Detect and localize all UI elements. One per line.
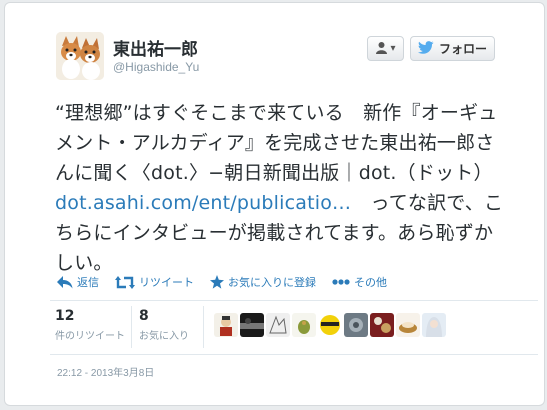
more-label: その他 <box>354 276 387 289</box>
favorite-count-stat[interactable]: 8 お気に入り <box>139 308 189 342</box>
user-icon <box>375 39 388 58</box>
retweet-count: 12 <box>55 308 75 324</box>
star-icon <box>210 275 224 289</box>
more-button[interactable]: その他 <box>332 274 387 290</box>
favorite-count: 8 <box>139 308 149 324</box>
retweet-label: リツイート <box>139 276 194 289</box>
bird-icon <box>417 40 434 57</box>
favoriter-avatar[interactable] <box>370 313 394 337</box>
retweet-count-stat[interactable]: 12 件のリツイート <box>55 308 125 342</box>
favoriter-avatar[interactable] <box>266 313 290 337</box>
user-menu-button[interactable]: ▾ <box>367 36 404 61</box>
retweet-icon <box>115 275 135 289</box>
screen-name[interactable]: @Higashide_Yu <box>113 60 199 74</box>
follow-button[interactable]: フォロー <box>410 36 495 61</box>
chevron-down-icon: ▾ <box>390 43 396 54</box>
retweet-count-label: 件のリツイート <box>55 331 125 342</box>
favoriters-list <box>214 313 446 337</box>
favorite-button[interactable]: お気に入りに登録 <box>210 274 316 290</box>
favoriter-avatar[interactable] <box>214 313 238 337</box>
tweet-text-part1: “理想郷”はすぐそこまで来ている 新作『オーギュメント・アルカディア』を完成させ… <box>55 102 498 184</box>
reply-icon <box>57 275 73 289</box>
tweet-card: 東出祐一郎 @Higashide_Yu ▾ フォロー “理想郷”はすぐそこまで来… <box>4 2 545 406</box>
reply-label: 返信 <box>77 276 99 289</box>
avatar[interactable] <box>56 32 104 80</box>
favoriter-avatar[interactable] <box>292 313 316 337</box>
favoriter-avatar[interactable] <box>240 313 264 337</box>
tweet-link[interactable]: dot.asahi.com/ent/publicatio… <box>55 192 351 214</box>
favorite-count-label: お気に入り <box>139 331 189 342</box>
tweet-actions: 返信 リツイート お気に入りに登録 その他 <box>57 273 403 291</box>
reply-button[interactable]: 返信 <box>57 274 99 290</box>
display-name[interactable]: 東出祐一郎 <box>113 35 198 60</box>
stat-separator <box>203 306 204 348</box>
divider <box>50 300 538 301</box>
tweet-timestamp[interactable]: 22:12 - 2013年3月8日 <box>57 364 154 379</box>
favoriter-avatar[interactable] <box>422 313 446 337</box>
more-icon <box>332 278 350 286</box>
tweet-text: “理想郷”はすぐそこまで来ている 新作『オーギュメント・アルカディア』を完成させ… <box>55 98 510 278</box>
retweet-button[interactable]: リツイート <box>115 274 194 290</box>
favorite-label: お気に入りに登録 <box>228 276 316 289</box>
favoriter-avatar[interactable] <box>344 313 368 337</box>
favoriter-avatar[interactable] <box>396 313 420 337</box>
stat-separator <box>131 306 132 348</box>
favoriter-avatar[interactable] <box>318 313 342 337</box>
follow-label: フォロー <box>438 42 487 56</box>
divider <box>50 354 538 355</box>
